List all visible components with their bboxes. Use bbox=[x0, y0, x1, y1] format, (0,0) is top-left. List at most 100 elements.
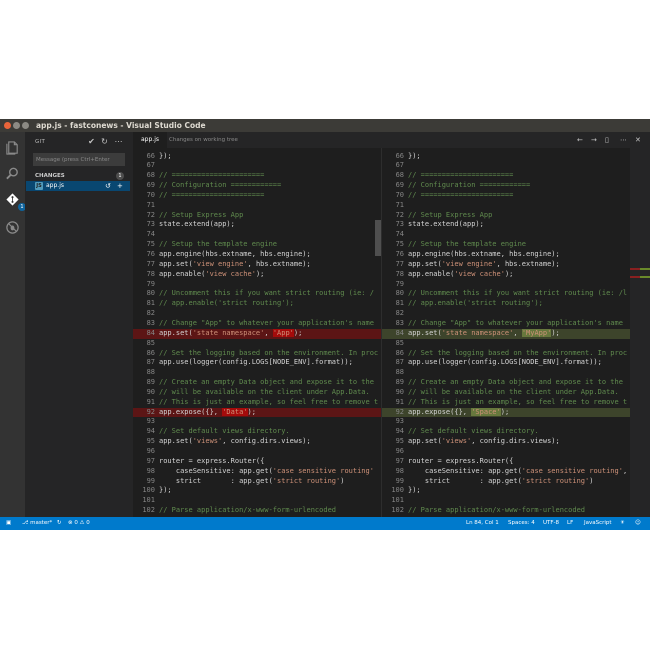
code-line[interactable]: 83 // Change "App" to whatever your appli… bbox=[382, 319, 630, 329]
problems-indicator[interactable]: ⊗ 0 ⚠ 0 bbox=[68, 517, 90, 530]
code-line[interactable]: 78 app.enable('view cache'); bbox=[382, 270, 630, 280]
code-line[interactable]: 75 // Setup the template engine bbox=[133, 240, 381, 250]
code-line[interactable]: 94 // Set default views directory. bbox=[133, 427, 381, 437]
remote-icon[interactable]: ▣ bbox=[6, 517, 11, 530]
stage-change-icon[interactable]: + bbox=[117, 181, 123, 191]
code-line[interactable]: 81 // app.enable('strict routing'); bbox=[382, 299, 630, 309]
code-line[interactable]: 71 bbox=[382, 201, 630, 211]
code-line[interactable]: 72 // Setup Express App bbox=[382, 211, 630, 221]
window-minimize-button[interactable] bbox=[13, 122, 20, 129]
git-icon[interactable]: 1 bbox=[5, 192, 26, 211]
code-line[interactable]: 94 // Set default views directory. bbox=[382, 427, 630, 437]
files-icon[interactable] bbox=[5, 140, 20, 155]
code-line[interactable]: 82 bbox=[382, 309, 630, 319]
discard-changes-icon[interactable]: ↺ bbox=[105, 181, 111, 191]
code-line[interactable]: 89 // Create an empty Data object and exp… bbox=[382, 378, 630, 388]
added-line[interactable]: 84 app.set('state namespace', 'MyApp'); bbox=[382, 328, 630, 339]
code-line[interactable]: 95 app.set('views', config.dirs.views); bbox=[382, 437, 630, 447]
code-line[interactable]: 66}); bbox=[133, 152, 381, 162]
code-line[interactable]: 86 // Set the logging based on the enviro… bbox=[133, 349, 381, 359]
code-line[interactable]: 70 // ====================== bbox=[382, 191, 630, 201]
refresh-icon[interactable]: ↻ bbox=[100, 137, 109, 146]
changes-header[interactable]: CHANGES bbox=[35, 173, 65, 179]
commit-check-icon[interactable]: ✔ bbox=[87, 137, 96, 146]
code-line[interactable]: 73 state.extend(app); bbox=[133, 220, 381, 230]
code-line[interactable]: 102 // Parse application/x-www-form-urlen… bbox=[133, 506, 381, 516]
more-actions-icon[interactable]: ⋯ bbox=[620, 132, 627, 148]
code-line[interactable]: 76 app.engine(hbs.extname, hbs.engine); bbox=[382, 250, 630, 260]
code-line[interactable]: 89 // Create an empty Data object and exp… bbox=[133, 378, 381, 388]
more-icon[interactable]: ⋯ bbox=[114, 137, 123, 146]
code-line[interactable]: 85 bbox=[382, 339, 630, 349]
code-line[interactable]: 81 // app.enable('strict routing'); bbox=[133, 299, 381, 309]
lightbulb-icon[interactable]: ☀ bbox=[620, 517, 625, 530]
debug-icon[interactable] bbox=[5, 220, 20, 235]
code-line[interactable]: 98 caseSensitive: app.get('case sensitiv… bbox=[133, 467, 381, 477]
code-line[interactable]: 86 // Set the logging based on the enviro… bbox=[382, 349, 630, 359]
code-line[interactable]: 79 bbox=[133, 280, 381, 290]
code-line[interactable]: 88 bbox=[382, 368, 630, 378]
close-editor-icon[interactable]: ✕ bbox=[635, 132, 641, 148]
code-line[interactable]: 90 // will be available on the client und… bbox=[133, 388, 381, 398]
code-line[interactable]: 77 app.set('view engine', hbs.extname); bbox=[382, 260, 630, 270]
language-mode[interactable]: JavaScript bbox=[584, 517, 612, 530]
code-line[interactable]: 76 app.engine(hbs.extname, hbs.engine); bbox=[133, 250, 381, 260]
code-line[interactable]: 69 // Configuration ============ bbox=[133, 181, 381, 191]
code-line[interactable]: 90 // will be available on the client und… bbox=[382, 388, 630, 398]
window-close-button[interactable] bbox=[4, 122, 11, 129]
code-line[interactable]: 87 app.use(logger(config.LOGS[NODE_ENV].f… bbox=[382, 358, 630, 368]
code-line[interactable]: 97 router = express.Router({ bbox=[133, 457, 381, 467]
code-line[interactable]: 68 // ====================== bbox=[133, 171, 381, 181]
code-line[interactable]: 85 bbox=[133, 339, 381, 349]
open-file-icon[interactable]: ▯ bbox=[605, 132, 609, 148]
code-line[interactable]: 71 bbox=[133, 201, 381, 211]
cursor-position[interactable]: Ln 84, Col 1 bbox=[466, 517, 499, 530]
code-line[interactable]: 68 // ====================== bbox=[382, 171, 630, 181]
code-line[interactable]: 82 bbox=[133, 309, 381, 319]
sync-icon[interactable]: ↻ bbox=[57, 517, 62, 530]
previous-change-icon[interactable]: ← bbox=[577, 132, 583, 148]
line-ending[interactable]: LF bbox=[567, 517, 573, 530]
indentation[interactable]: Spaces: 4 bbox=[508, 517, 535, 530]
original-editor-pane[interactable]: 66}); 67 68// ====================== 69// C… bbox=[133, 148, 381, 517]
code-line[interactable]: 101 bbox=[133, 496, 381, 506]
code-line[interactable]: 83 // Change "App" to whatever your appli… bbox=[133, 319, 381, 329]
changed-file-row[interactable]: JS app.js ↺ + bbox=[26, 181, 130, 191]
code-line[interactable]: 88 bbox=[133, 368, 381, 378]
code-line[interactable]: 67 bbox=[133, 161, 381, 171]
code-line[interactable]: 75 // Setup the template engine bbox=[382, 240, 630, 250]
code-line[interactable]: 93 bbox=[382, 417, 630, 427]
code-line[interactable]: 101 bbox=[382, 496, 630, 506]
code-line[interactable]: 100}); bbox=[133, 486, 381, 496]
feedback-smiley-icon[interactable]: ☺ bbox=[635, 517, 641, 530]
code-line[interactable]: 96 bbox=[382, 447, 630, 457]
code-line[interactable]: 91 // This is just an example, so feel fr… bbox=[133, 398, 381, 408]
code-line[interactable]: 102 // Parse application/x-www-form-urlen… bbox=[382, 506, 630, 516]
code-line[interactable]: 80 // Uncomment this if you want strict r… bbox=[133, 289, 381, 299]
code-line[interactable]: 74 bbox=[133, 230, 381, 240]
code-line[interactable]: 99 strict : app.get('strict routing') bbox=[133, 477, 381, 487]
tab-app-js[interactable]: app.js bbox=[133, 132, 167, 148]
encoding[interactable]: UTF-8 bbox=[543, 517, 559, 530]
code-line[interactable]: 97 router = express.Router({ bbox=[382, 457, 630, 467]
commit-message-input[interactable] bbox=[33, 153, 125, 166]
code-line[interactable]: 79 bbox=[382, 280, 630, 290]
editor-scrollbar-thumb[interactable] bbox=[375, 220, 381, 256]
code-line[interactable]: 69 // Configuration ============ bbox=[382, 181, 630, 191]
removed-line[interactable]: 84 app.set('state namespace', 'App'); bbox=[133, 328, 381, 339]
code-line[interactable]: 70 // ====================== bbox=[133, 191, 381, 201]
code-line[interactable]: 95 app.set('views', config.dirs.views); bbox=[133, 437, 381, 447]
code-line[interactable]: 100}); bbox=[382, 486, 630, 496]
removed-line[interactable]: 92 app.expose({}, 'Data'); bbox=[133, 407, 381, 418]
code-line[interactable]: 80 // Uncomment this if you want strict r… bbox=[382, 289, 630, 299]
search-icon[interactable] bbox=[5, 166, 20, 181]
code-line[interactable]: 91 // This is just an example, so feel fr… bbox=[382, 398, 630, 408]
code-line[interactable]: 67 bbox=[382, 161, 630, 171]
code-line[interactable]: 66}); bbox=[382, 152, 630, 162]
code-line[interactable]: 73 state.extend(app); bbox=[382, 220, 630, 230]
code-line[interactable]: 99 strict : app.get('strict routing') bbox=[382, 477, 630, 487]
window-maximize-button[interactable] bbox=[22, 122, 29, 129]
next-change-icon[interactable]: → bbox=[591, 132, 597, 148]
branch-indicator[interactable]: ⎇ master* bbox=[22, 517, 52, 530]
code-line[interactable]: 98 caseSensitive: app.get('case sensitiv… bbox=[382, 467, 630, 477]
